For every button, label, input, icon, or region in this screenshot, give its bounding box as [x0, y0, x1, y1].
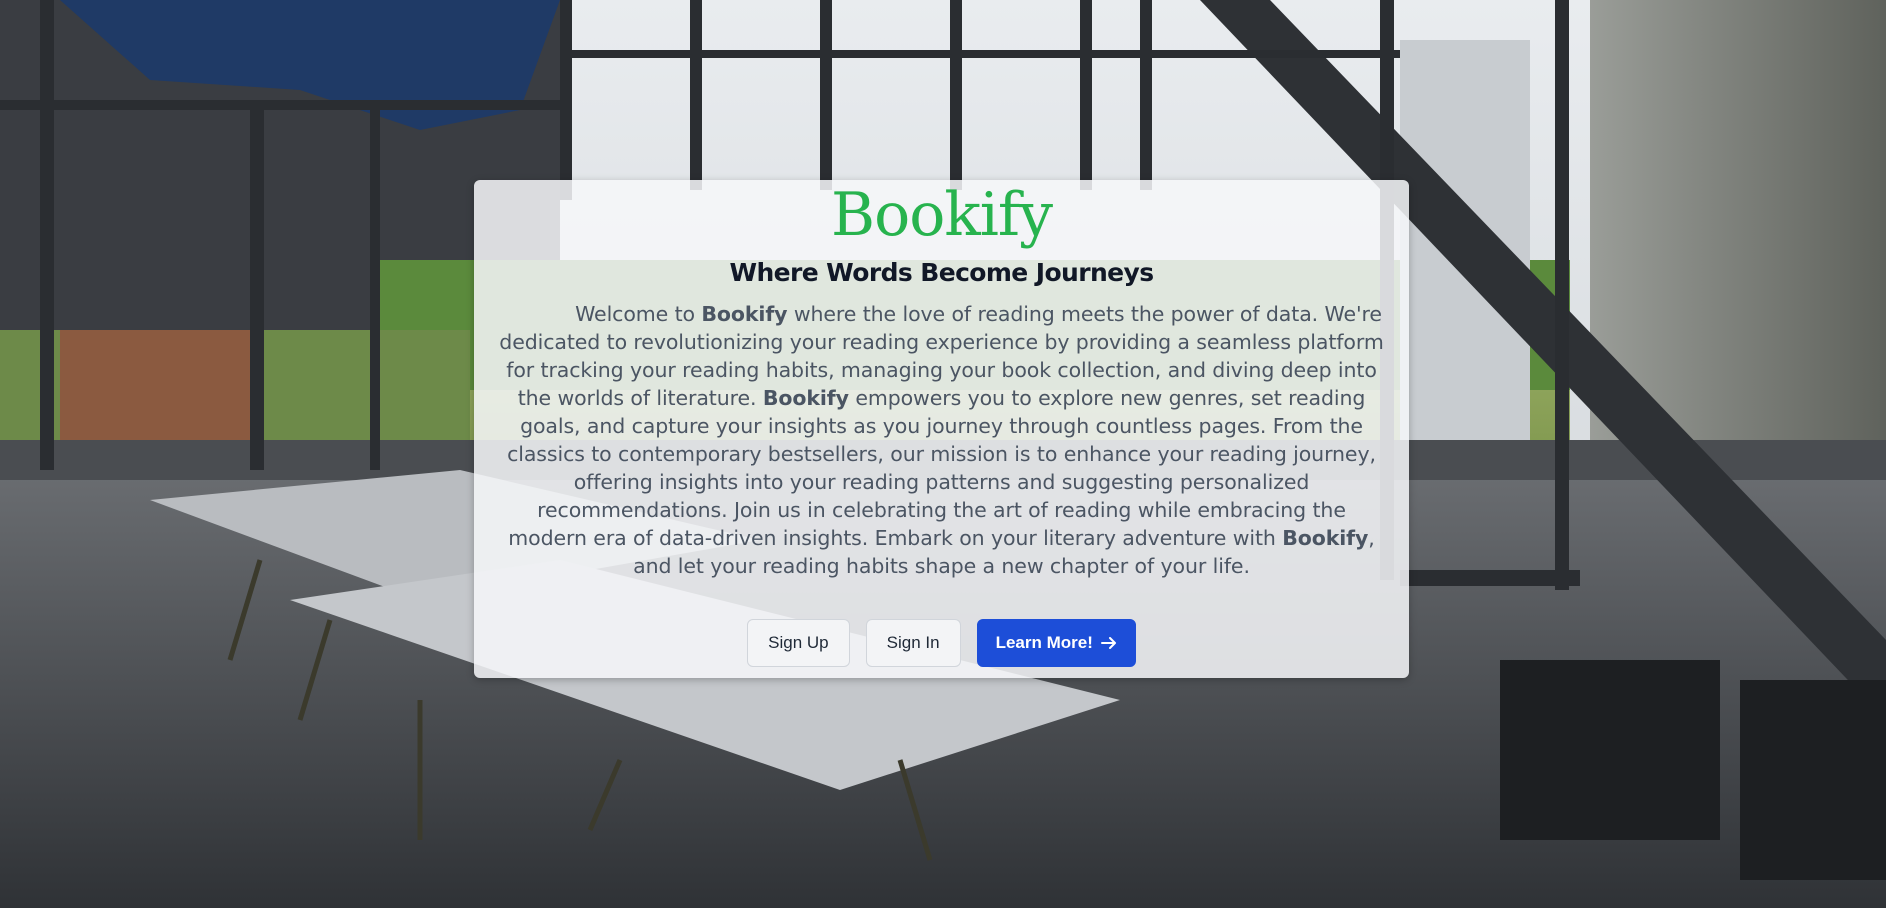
sign-in-button[interactable]: Sign In: [865, 619, 961, 667]
arrow-right-icon: [1100, 637, 1117, 649]
learn-more-label: Learn More!: [995, 633, 1093, 652]
brand-mention-2: Bookify: [762, 386, 849, 410]
intro-text-3: empowers you to explore new genres, set …: [507, 386, 1376, 550]
bookify-logo: Bookify: [831, 180, 1053, 250]
tagline: Where Words Become Journeys: [729, 258, 1154, 287]
brand-mention-1: Bookify: [701, 302, 788, 326]
learn-more-button[interactable]: Learn More!: [976, 619, 1136, 667]
action-buttons: Sign Up Sign In Learn More!: [474, 619, 1409, 667]
intro-text-1: Welcome to: [575, 302, 702, 326]
intro-paragraph: Welcome to Bookify where the love of rea…: [496, 300, 1387, 580]
sign-up-button[interactable]: Sign Up: [747, 619, 850, 667]
sign-in-label: Sign In: [886, 633, 940, 652]
page: Bookify Where Words Become Journeys Welc…: [0, 0, 1886, 908]
brand-mention-3: Bookify: [1282, 526, 1369, 550]
hero-card: Bookify Where Words Become Journeys Welc…: [474, 180, 1409, 678]
sign-up-label: Sign Up: [768, 633, 829, 652]
